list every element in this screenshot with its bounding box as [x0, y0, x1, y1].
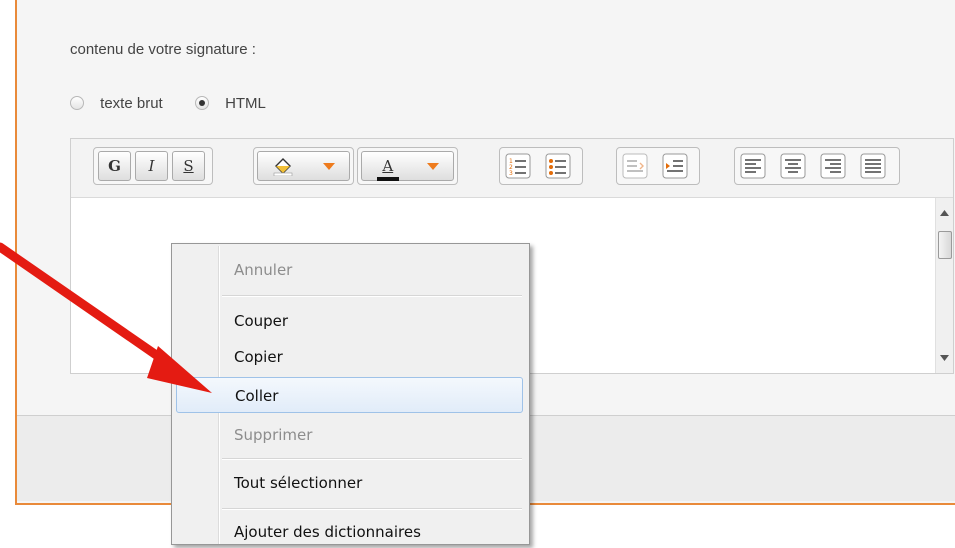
annotation-arrow-icon	[0, 242, 212, 393]
